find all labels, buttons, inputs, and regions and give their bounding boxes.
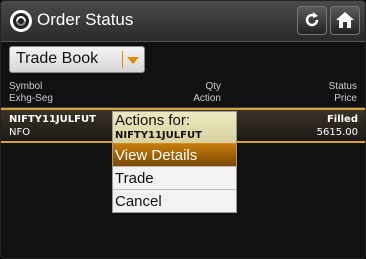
dropdown-separator bbox=[122, 51, 123, 68]
row-price: 5615.00 bbox=[316, 127, 358, 138]
column-header-symbol: Symbol Exhg-Seg bbox=[9, 81, 53, 105]
menu-subtitle: NIFTY11JULFUT bbox=[115, 130, 202, 141]
page-title: Order Status bbox=[37, 10, 134, 29]
order-type-dropdown[interactable]: Trade Book bbox=[9, 46, 145, 73]
title-bar: Order Status bbox=[1, 1, 365, 42]
chevron-down-icon bbox=[127, 57, 139, 64]
row-status: Filled bbox=[326, 114, 358, 125]
menu-item-trade[interactable]: Trade bbox=[113, 166, 236, 189]
row-exchange: NFO bbox=[9, 127, 31, 138]
header-price: Price bbox=[334, 93, 357, 104]
home-button[interactable] bbox=[330, 6, 360, 35]
dropdown-value: Trade Book bbox=[16, 50, 99, 67]
app-logo-icon bbox=[10, 10, 32, 32]
column-header-qty: Qty Action bbox=[151, 81, 221, 105]
menu-item-cancel[interactable]: Cancel bbox=[113, 189, 236, 212]
header-exchange: Exhg-Seg bbox=[9, 93, 53, 104]
actions-menu: Actions for: NIFTY11JULFUT View Details … bbox=[112, 111, 237, 213]
header-qty: Qty bbox=[205, 81, 221, 92]
header-status: Status bbox=[328, 81, 357, 92]
menu-header: Actions for: NIFTY11JULFUT bbox=[113, 112, 236, 143]
menu-item-view-details[interactable]: View Details bbox=[113, 143, 236, 166]
refresh-button[interactable] bbox=[297, 6, 327, 35]
column-header-status: Status Price bbox=[287, 81, 357, 105]
row-symbol: NIFTY11JULFUT bbox=[9, 114, 96, 125]
menu-title: Actions for: bbox=[115, 112, 191, 129]
header-symbol: Symbol bbox=[9, 81, 43, 92]
app-window: Order Status Trade Book Symbol Exhg-Seg … bbox=[0, 0, 366, 259]
header-action: Action bbox=[193, 93, 221, 104]
